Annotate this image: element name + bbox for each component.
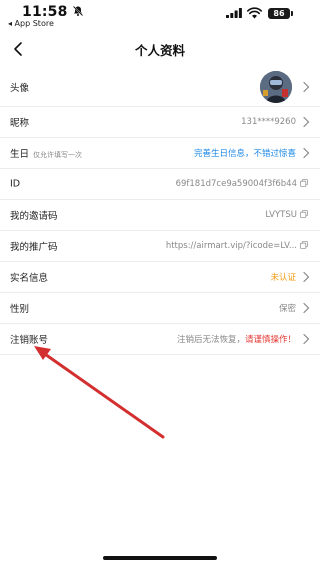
row-label: 生日 仅允许填写一次 [10,149,83,160]
gender-value: 保密 [278,304,296,314]
id-value: 69f181d7ce9a59004f3f6b44 [175,179,297,189]
delete-note-text: 注销后无法恢复， [176,335,245,345]
promo-code-value: https://airmart.vip/?icode=LV... [165,241,297,251]
chevron-right-icon [303,271,310,283]
birthday-hint: 仅允许填写一次 [33,151,83,159]
row-gender[interactable]: 性别 保密 [0,293,320,324]
chevron-right-icon [303,81,310,93]
bell-slash-icon [72,5,84,17]
row-label: 实名信息 [10,273,49,284]
row-avatar[interactable]: 头像 [0,68,320,107]
birthday-value[interactable]: 完善生日信息，不错过惊喜 [194,147,296,159]
row-invite-code[interactable]: 我的邀请码 LVYTSU [0,200,320,231]
row-label: 昵称 [10,118,30,129]
wifi-icon [247,7,262,19]
chevron-right-icon [303,147,310,159]
id-value-group: 69f181d7ce9a59004f3f6b44 [175,178,308,189]
row-label: 注销账号 [10,335,49,346]
profile-list: 头像 昵称 131****9260 生日 仅允许填写一次 完善生日信息，不错过惊… [0,68,320,355]
invite-code-value: LVYTSU [265,210,297,220]
battery-indicator: 86 [268,8,290,19]
status-bar: 11:58 ◂ App Store 86 [0,0,320,32]
chevron-right-icon [303,116,310,128]
row-id[interactable]: ID 69f181d7ce9a59004f3f6b44 [0,169,320,200]
invite-code-group: LVYTSU [265,209,308,220]
promo-code-group: https://airmart.vip/?icode=LV... [165,240,308,251]
delete-account-note: 注销后无法恢复，请谨慎操作！ [177,333,296,345]
page-title: 个人资料 [134,43,185,58]
home-indicator [103,556,217,560]
chevron-right-icon [303,333,310,345]
delete-warning-text: 请谨慎操作！ [244,335,296,345]
row-nickname[interactable]: 昵称 131****9260 [0,107,320,138]
signal-icon [226,8,242,18]
copy-icon[interactable] [300,178,308,187]
copy-icon[interactable] [300,209,308,218]
row-real-name[interactable]: 实名信息 未认证 [0,262,320,293]
chevron-right-icon [303,302,310,314]
row-delete-account[interactable]: 注销账号 注销后无法恢复，请谨慎操作！ [0,324,320,355]
back-to-app-store[interactable]: ◂ App Store [8,19,54,28]
nickname-value: 131****9260 [241,117,296,127]
row-label: 我的推广码 [10,242,58,253]
row-label: ID [10,178,21,190]
avatar[interactable] [260,71,292,103]
copy-icon[interactable] [300,240,308,249]
nav-bar: 个人资料 [0,32,320,66]
row-label: 性别 [10,304,30,315]
profile-page: 11:58 ◂ App Store 86 个人资料 头像 昵称 131****9… [0,0,320,568]
row-promo-code[interactable]: 我的推广码 https://airmart.vip/?icode=LV... [0,231,320,262]
battery-cap [291,11,293,16]
row-label: 头像 [10,83,30,94]
row-birthday[interactable]: 生日 仅允许填写一次 完善生日信息，不错过惊喜 [0,138,320,169]
row-label: 我的邀请码 [10,211,58,222]
status-time: 11:58 [22,4,68,20]
verification-status: 未认证 [270,273,296,283]
